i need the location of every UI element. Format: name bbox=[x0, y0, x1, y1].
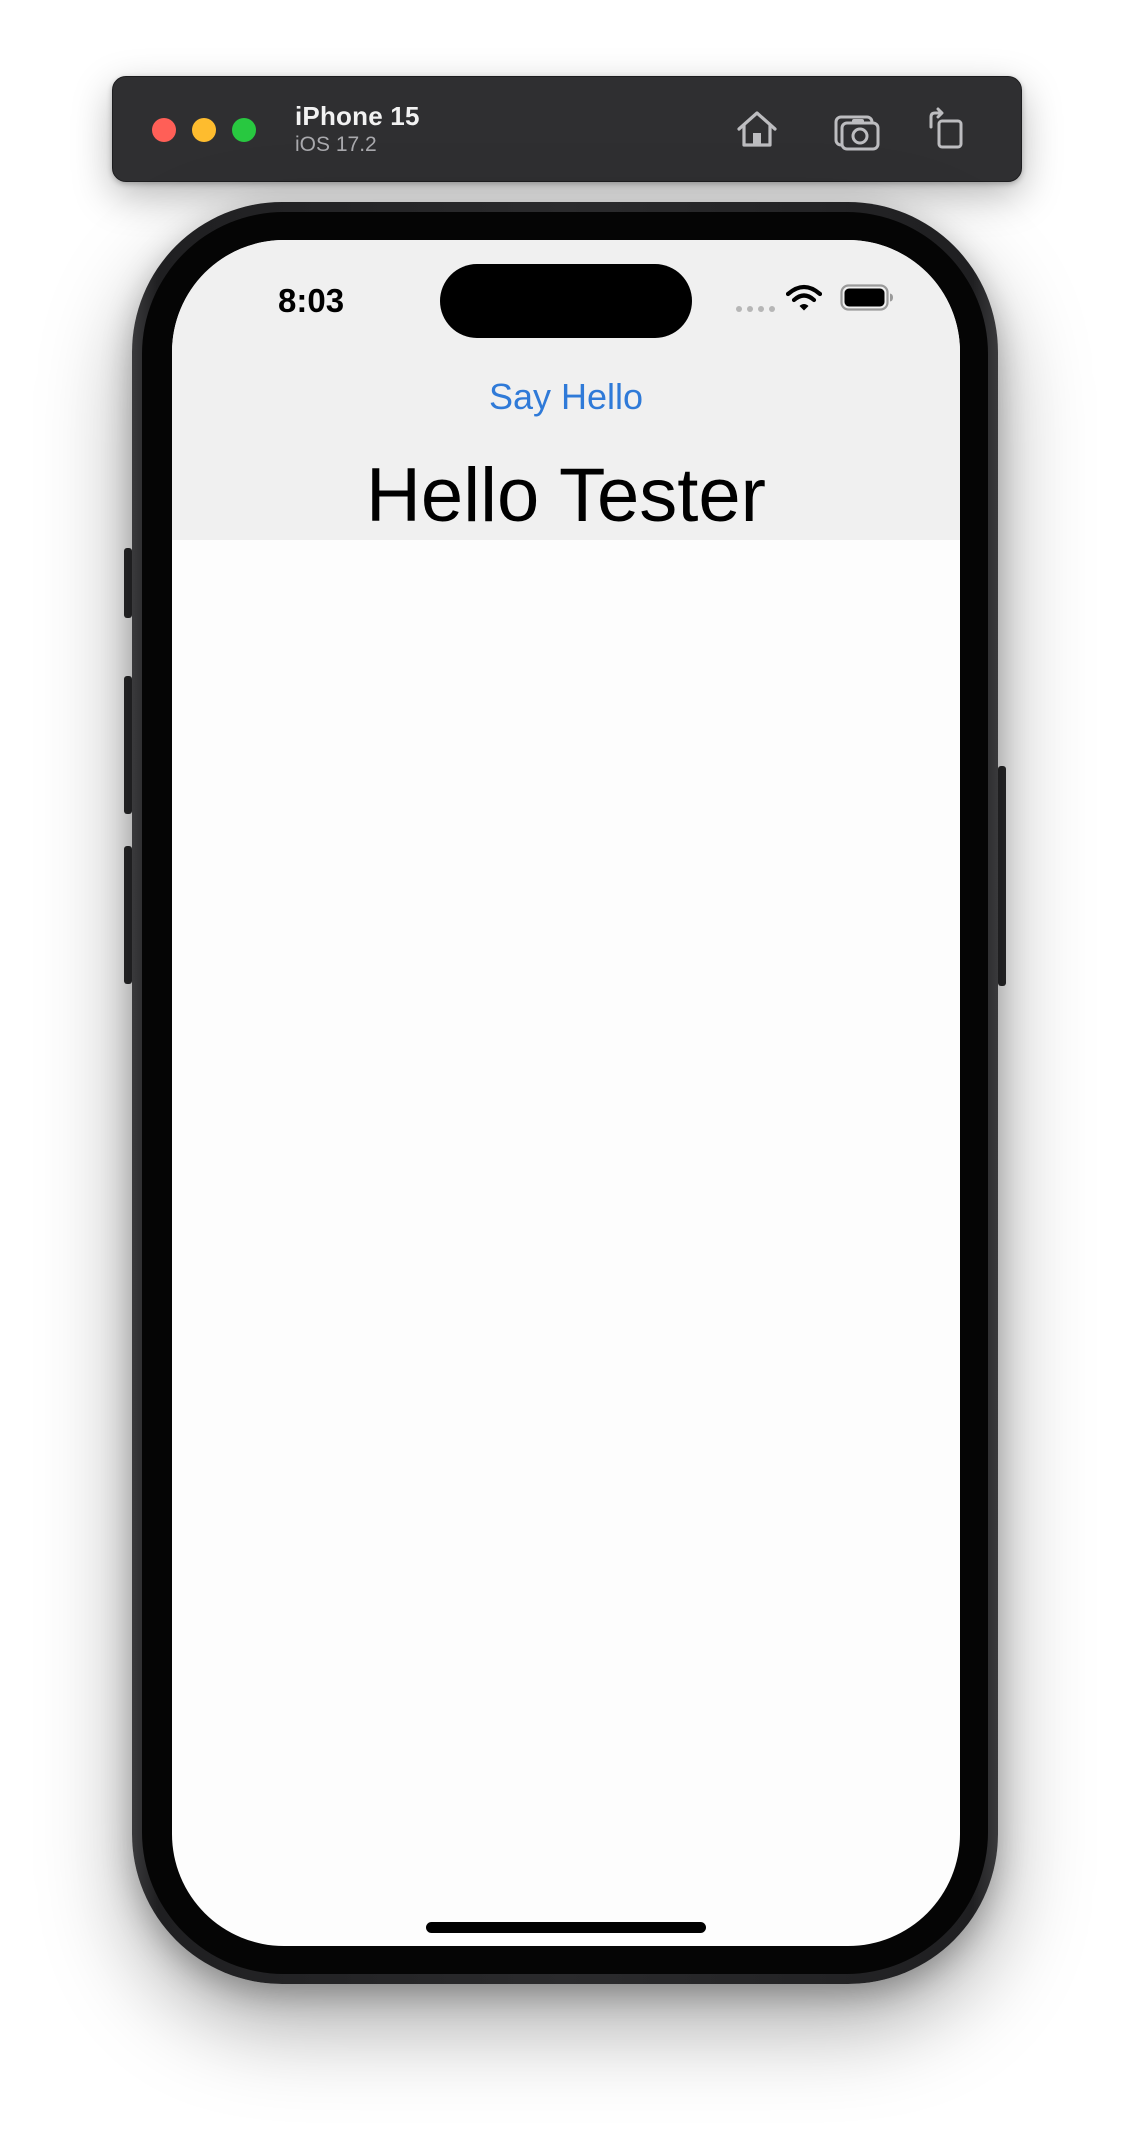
simulator-toolbar: iPhone 15 iOS 17.2 bbox=[112, 76, 1022, 182]
power-button bbox=[998, 766, 1006, 986]
cellular-signal-icon bbox=[736, 306, 775, 312]
minimize-window-button[interactable] bbox=[192, 118, 216, 142]
wifi-icon bbox=[785, 284, 823, 312]
home-icon[interactable] bbox=[733, 107, 781, 151]
close-window-button[interactable] bbox=[152, 118, 176, 142]
rotate-icon[interactable] bbox=[923, 107, 971, 151]
volume-up-button bbox=[124, 676, 132, 814]
device-name: iPhone 15 bbox=[295, 101, 420, 131]
os-version: iOS 17.2 bbox=[295, 133, 377, 156]
battery-icon bbox=[840, 284, 894, 311]
simulator-window: iPhone 15 iOS 17.2 8:03 Say Hello Hello … bbox=[0, 0, 1130, 2136]
dynamic-island bbox=[440, 264, 692, 338]
status-time: 8:03 bbox=[278, 282, 345, 319]
greeting-label: Hello Tester bbox=[366, 453, 766, 538]
zoom-window-button[interactable] bbox=[232, 118, 256, 142]
action-button bbox=[124, 548, 132, 618]
home-indicator[interactable] bbox=[426, 1922, 706, 1933]
screenshot-icon[interactable] bbox=[833, 107, 881, 151]
phone-screen: 8:03 Say Hello Hello Tester bbox=[172, 240, 960, 1946]
volume-down-button bbox=[124, 846, 132, 984]
say-hello-button[interactable]: Say Hello bbox=[172, 376, 960, 418]
